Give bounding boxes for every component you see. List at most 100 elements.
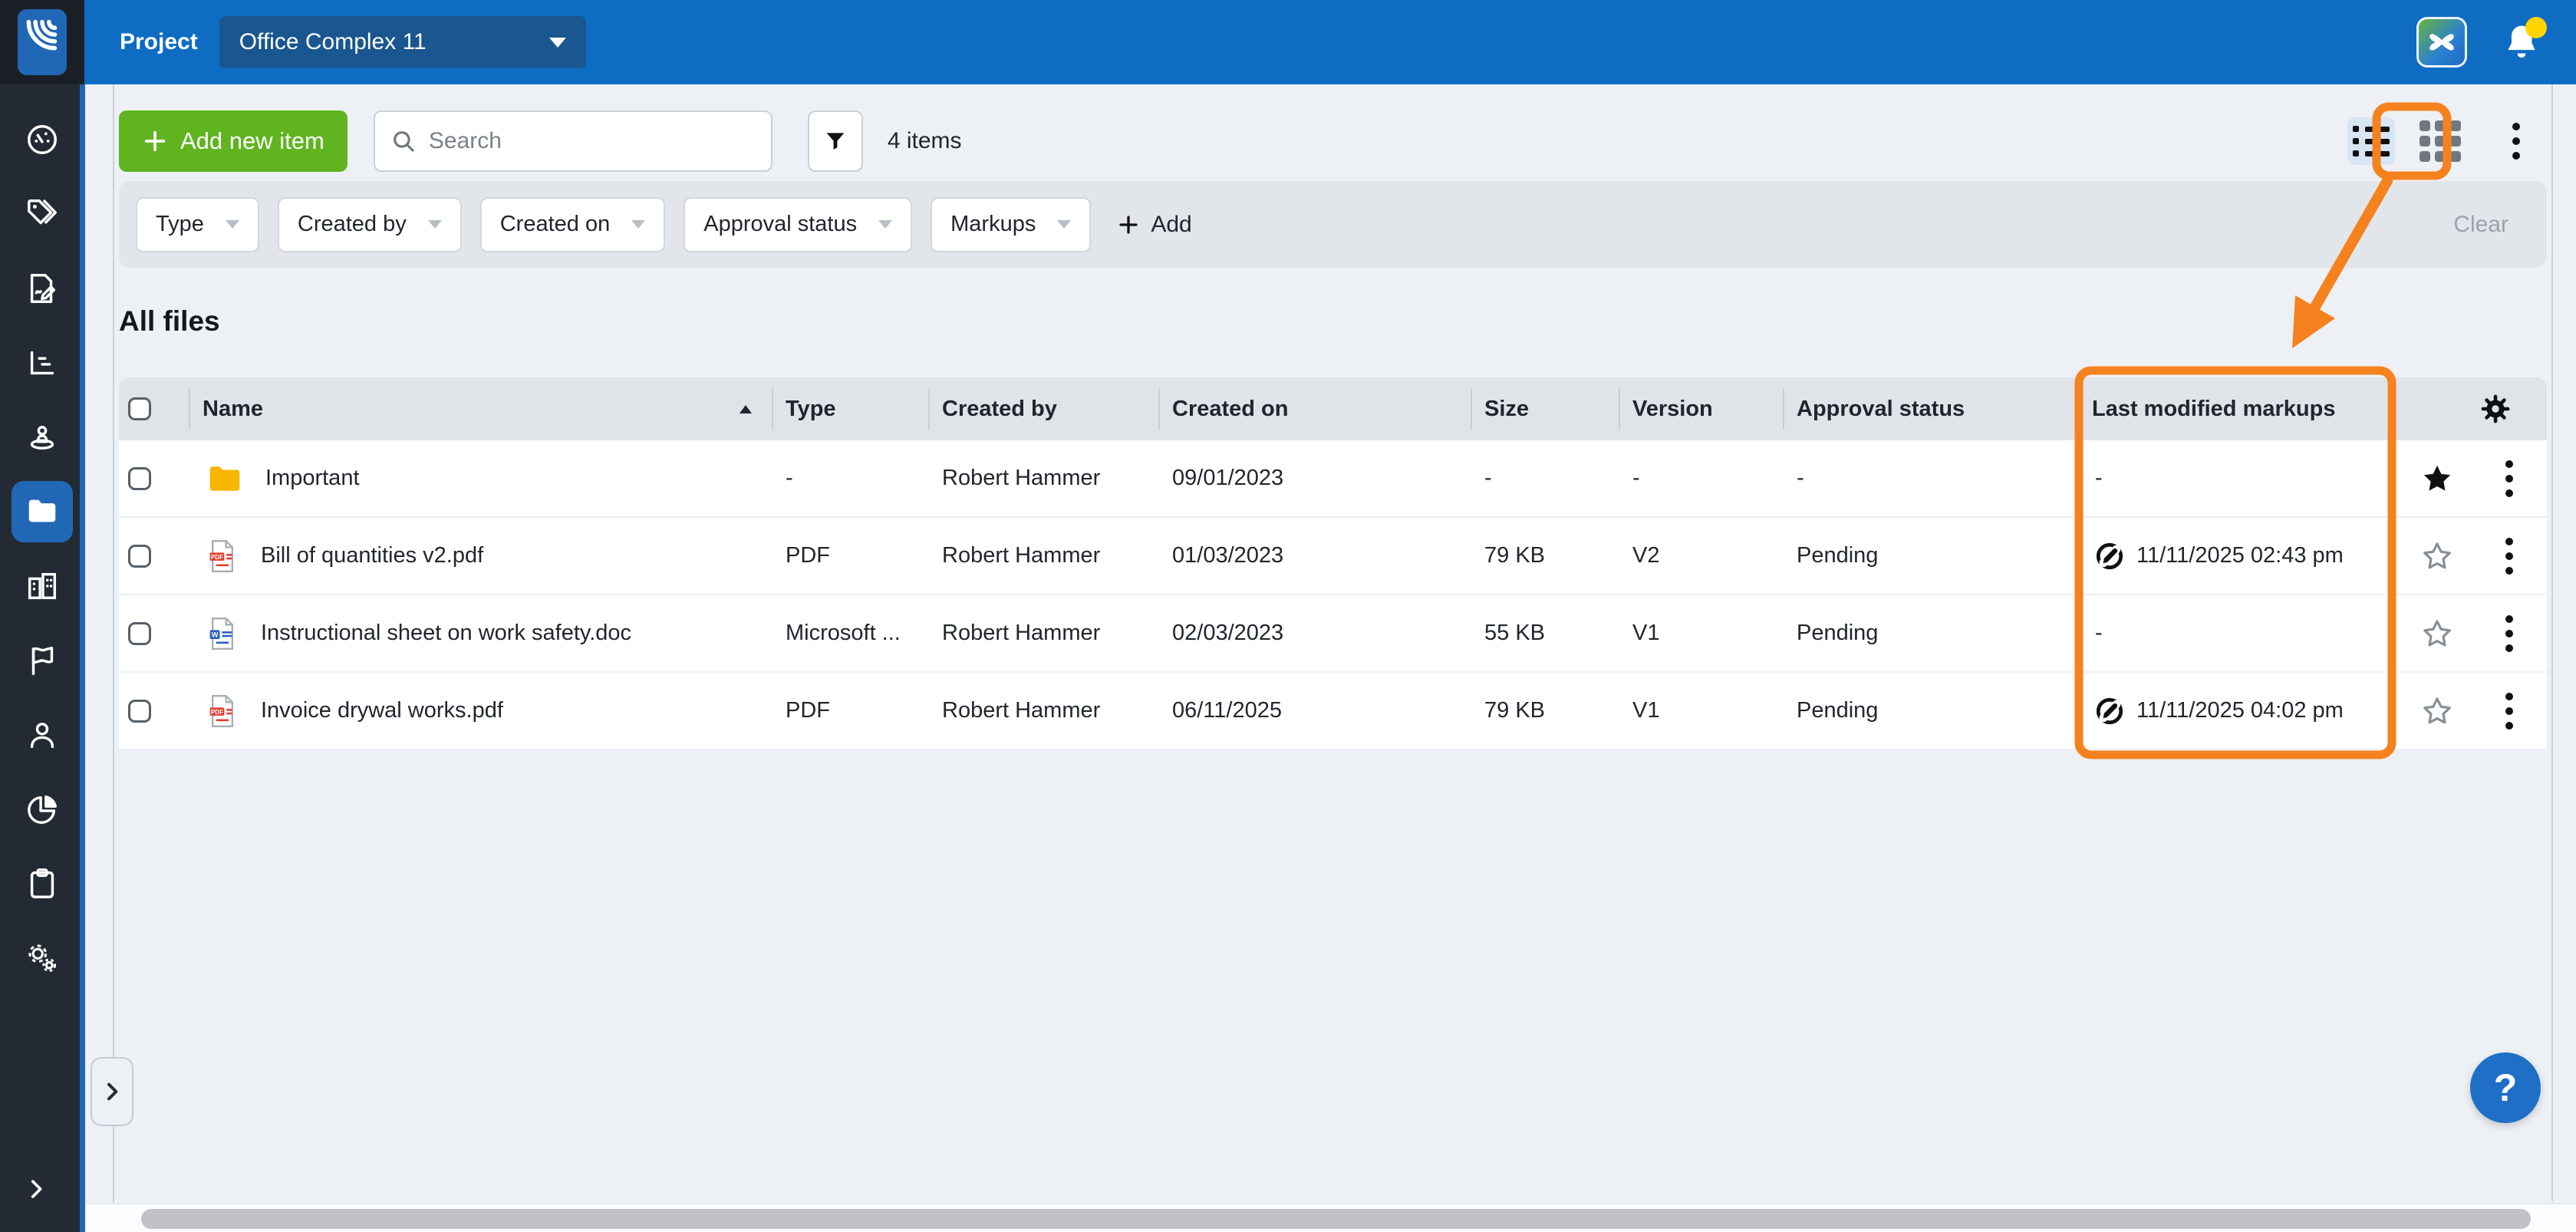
row-checkbox[interactable] <box>128 545 151 568</box>
row-more-button[interactable] <box>2505 693 2513 730</box>
markup-timestamp: 11/11/2025 04:02 pm <box>2136 698 2344 723</box>
filter-chip-type[interactable]: Type <box>136 197 259 252</box>
sidebar-item-flag[interactable] <box>12 630 73 691</box>
sidebar-item-files[interactable] <box>12 481 73 542</box>
row-checkbox[interactable] <box>128 467 151 490</box>
star-outline-icon <box>2421 540 2453 572</box>
filter-chip-created-by[interactable]: Created by <box>278 197 462 252</box>
stats-icon <box>25 345 60 380</box>
row-checkbox[interactable] <box>128 622 151 645</box>
sidebar-item-buildings[interactable] <box>12 555 73 617</box>
folder-icon <box>25 494 60 529</box>
search-box[interactable] <box>374 110 772 172</box>
sidebar-accent-stripe <box>80 84 85 1232</box>
add-new-item-button[interactable]: Add new item <box>119 110 348 172</box>
help-button[interactable]: ? <box>2470 1052 2541 1123</box>
clear-filters-button[interactable]: Clear <box>2453 212 2530 238</box>
name-cell: W Instructional sheet on work safety.doc <box>189 595 772 671</box>
column-header-version[interactable]: Version <box>1619 377 1783 440</box>
sidebar-item-contacts[interactable] <box>12 704 73 766</box>
column-header-last-modified-markups[interactable]: Last modified markups <box>2078 377 2392 440</box>
person-icon <box>25 717 60 753</box>
project-select[interactable]: Office Complex 11 <box>219 16 586 68</box>
row-more-button[interactable] <box>2505 538 2513 575</box>
sidebar-item-site-presence[interactable] <box>12 407 73 468</box>
markup-timestamp: 11/11/2025 02:43 pm <box>2136 543 2344 568</box>
row-checkbox-cell <box>119 440 189 516</box>
approval-status-cell: Pending <box>1783 518 2078 594</box>
filter-chip-created-on[interactable]: Created on <box>480 197 666 252</box>
add-filter-button[interactable]: Add <box>1117 212 1191 238</box>
table-row[interactable]: Important - Robert Hammer 09/01/2023 - -… <box>119 440 2547 518</box>
column-label: Name <box>203 397 263 422</box>
column-settings-cell <box>2392 377 2547 440</box>
form-signature-icon <box>25 271 60 306</box>
created-by-cell: Robert Hammer <box>928 673 1158 749</box>
favorite-button[interactable] <box>2421 540 2453 572</box>
filter-button[interactable] <box>808 110 863 172</box>
grid-view-button[interactable] <box>2418 119 2462 163</box>
filter-chip-markups[interactable]: Markups <box>931 197 1091 252</box>
horizontal-scrollbar-thumb[interactable] <box>141 1209 2531 1229</box>
favorite-button[interactable] <box>2421 463 2453 495</box>
project-label: Project <box>120 29 198 55</box>
last-modified-markups-cell: - <box>2078 595 2392 671</box>
main-content: Add new item 4 items Type Created by Cre… <box>84 84 2576 1232</box>
person-pin-icon <box>25 420 60 455</box>
kebab-icon <box>2505 615 2513 652</box>
pdf-file-icon: PDF <box>209 695 236 727</box>
filter-chip-label: Markups <box>950 212 1036 237</box>
table-settings-button[interactable] <box>2479 393 2512 425</box>
sidebar-item-stats[interactable] <box>12 332 73 394</box>
sidebar-item-dashboard[interactable] <box>12 109 73 170</box>
table-row[interactable]: W Instructional sheet on work safety.doc… <box>119 595 2547 673</box>
file-name: Bill of quantities v2.pdf <box>261 543 483 568</box>
column-header-size[interactable]: Size <box>1471 377 1619 440</box>
name-cell: Important <box>189 440 772 516</box>
row-checkbox[interactable] <box>128 700 151 723</box>
favorite-button[interactable] <box>2421 695 2453 727</box>
star-filled-icon <box>2421 463 2453 495</box>
kebab-icon <box>2505 538 2513 575</box>
list-view-button[interactable] <box>2347 117 2395 165</box>
name-cell: PDF Invoice drywal works.pdf <box>189 673 772 749</box>
project-select-value: Office Complex 11 <box>239 29 427 55</box>
column-header-type[interactable]: Type <box>772 377 928 440</box>
dashboard-icon <box>25 122 60 157</box>
created-by-cell: Robert Hammer <box>928 595 1158 671</box>
table-row[interactable]: PDF Invoice drywal works.pdf PDF Robert … <box>119 673 2547 750</box>
row-actions-cell <box>2392 595 2547 671</box>
created-on-cell: 09/01/2023 <box>1158 440 1471 516</box>
row-more-button[interactable] <box>2505 460 2513 497</box>
clipboard-icon <box>25 866 60 901</box>
column-header-name[interactable]: Name <box>189 377 772 440</box>
table-row[interactable]: PDF Bill of quantities v2.pdf PDF Robert… <box>119 518 2547 595</box>
created-on-cell: 02/03/2023 <box>1158 595 1471 671</box>
sidebar-item-tags[interactable] <box>12 183 73 245</box>
last-modified-markups-cell: - <box>2078 440 2392 516</box>
app-logo[interactable] <box>0 0 84 84</box>
notifications-button[interactable] <box>2501 20 2542 64</box>
toolbar-more-button[interactable] <box>2501 119 2532 163</box>
filter-chip-label: Created by <box>298 212 407 237</box>
search-input[interactable] <box>429 128 756 154</box>
horizontal-scrollbar <box>86 1203 2576 1232</box>
select-all-checkbox[interactable] <box>128 397 151 420</box>
file-name: Invoice drywal works.pdf <box>261 698 503 723</box>
row-more-button[interactable] <box>2505 615 2513 652</box>
sidebar-item-clipboard[interactable] <box>12 853 73 914</box>
sidebar-item-settings[interactable] <box>12 927 73 989</box>
sidebar-item-forms[interactable] <box>12 258 73 319</box>
app-switcher-button[interactable] <box>2416 17 2467 68</box>
favorite-button[interactable] <box>2421 618 2453 650</box>
add-filter-label: Add <box>1151 212 1191 238</box>
column-header-created-on[interactable]: Created on <box>1158 377 1471 440</box>
tree-panel-expand-button[interactable] <box>91 1057 133 1126</box>
sidebar-item-pie-chart[interactable] <box>12 779 73 840</box>
filter-chip-approval-status[interactable]: Approval status <box>684 197 912 252</box>
topbar: Project Office Complex 11 <box>84 0 2576 84</box>
files-table: Name Type Created by Created on Size Ver… <box>119 377 2547 750</box>
column-header-created-by[interactable]: Created by <box>928 377 1158 440</box>
column-header-approval-status[interactable]: Approval status <box>1783 377 2078 440</box>
sidebar-collapse-button[interactable] <box>23 1176 49 1206</box>
